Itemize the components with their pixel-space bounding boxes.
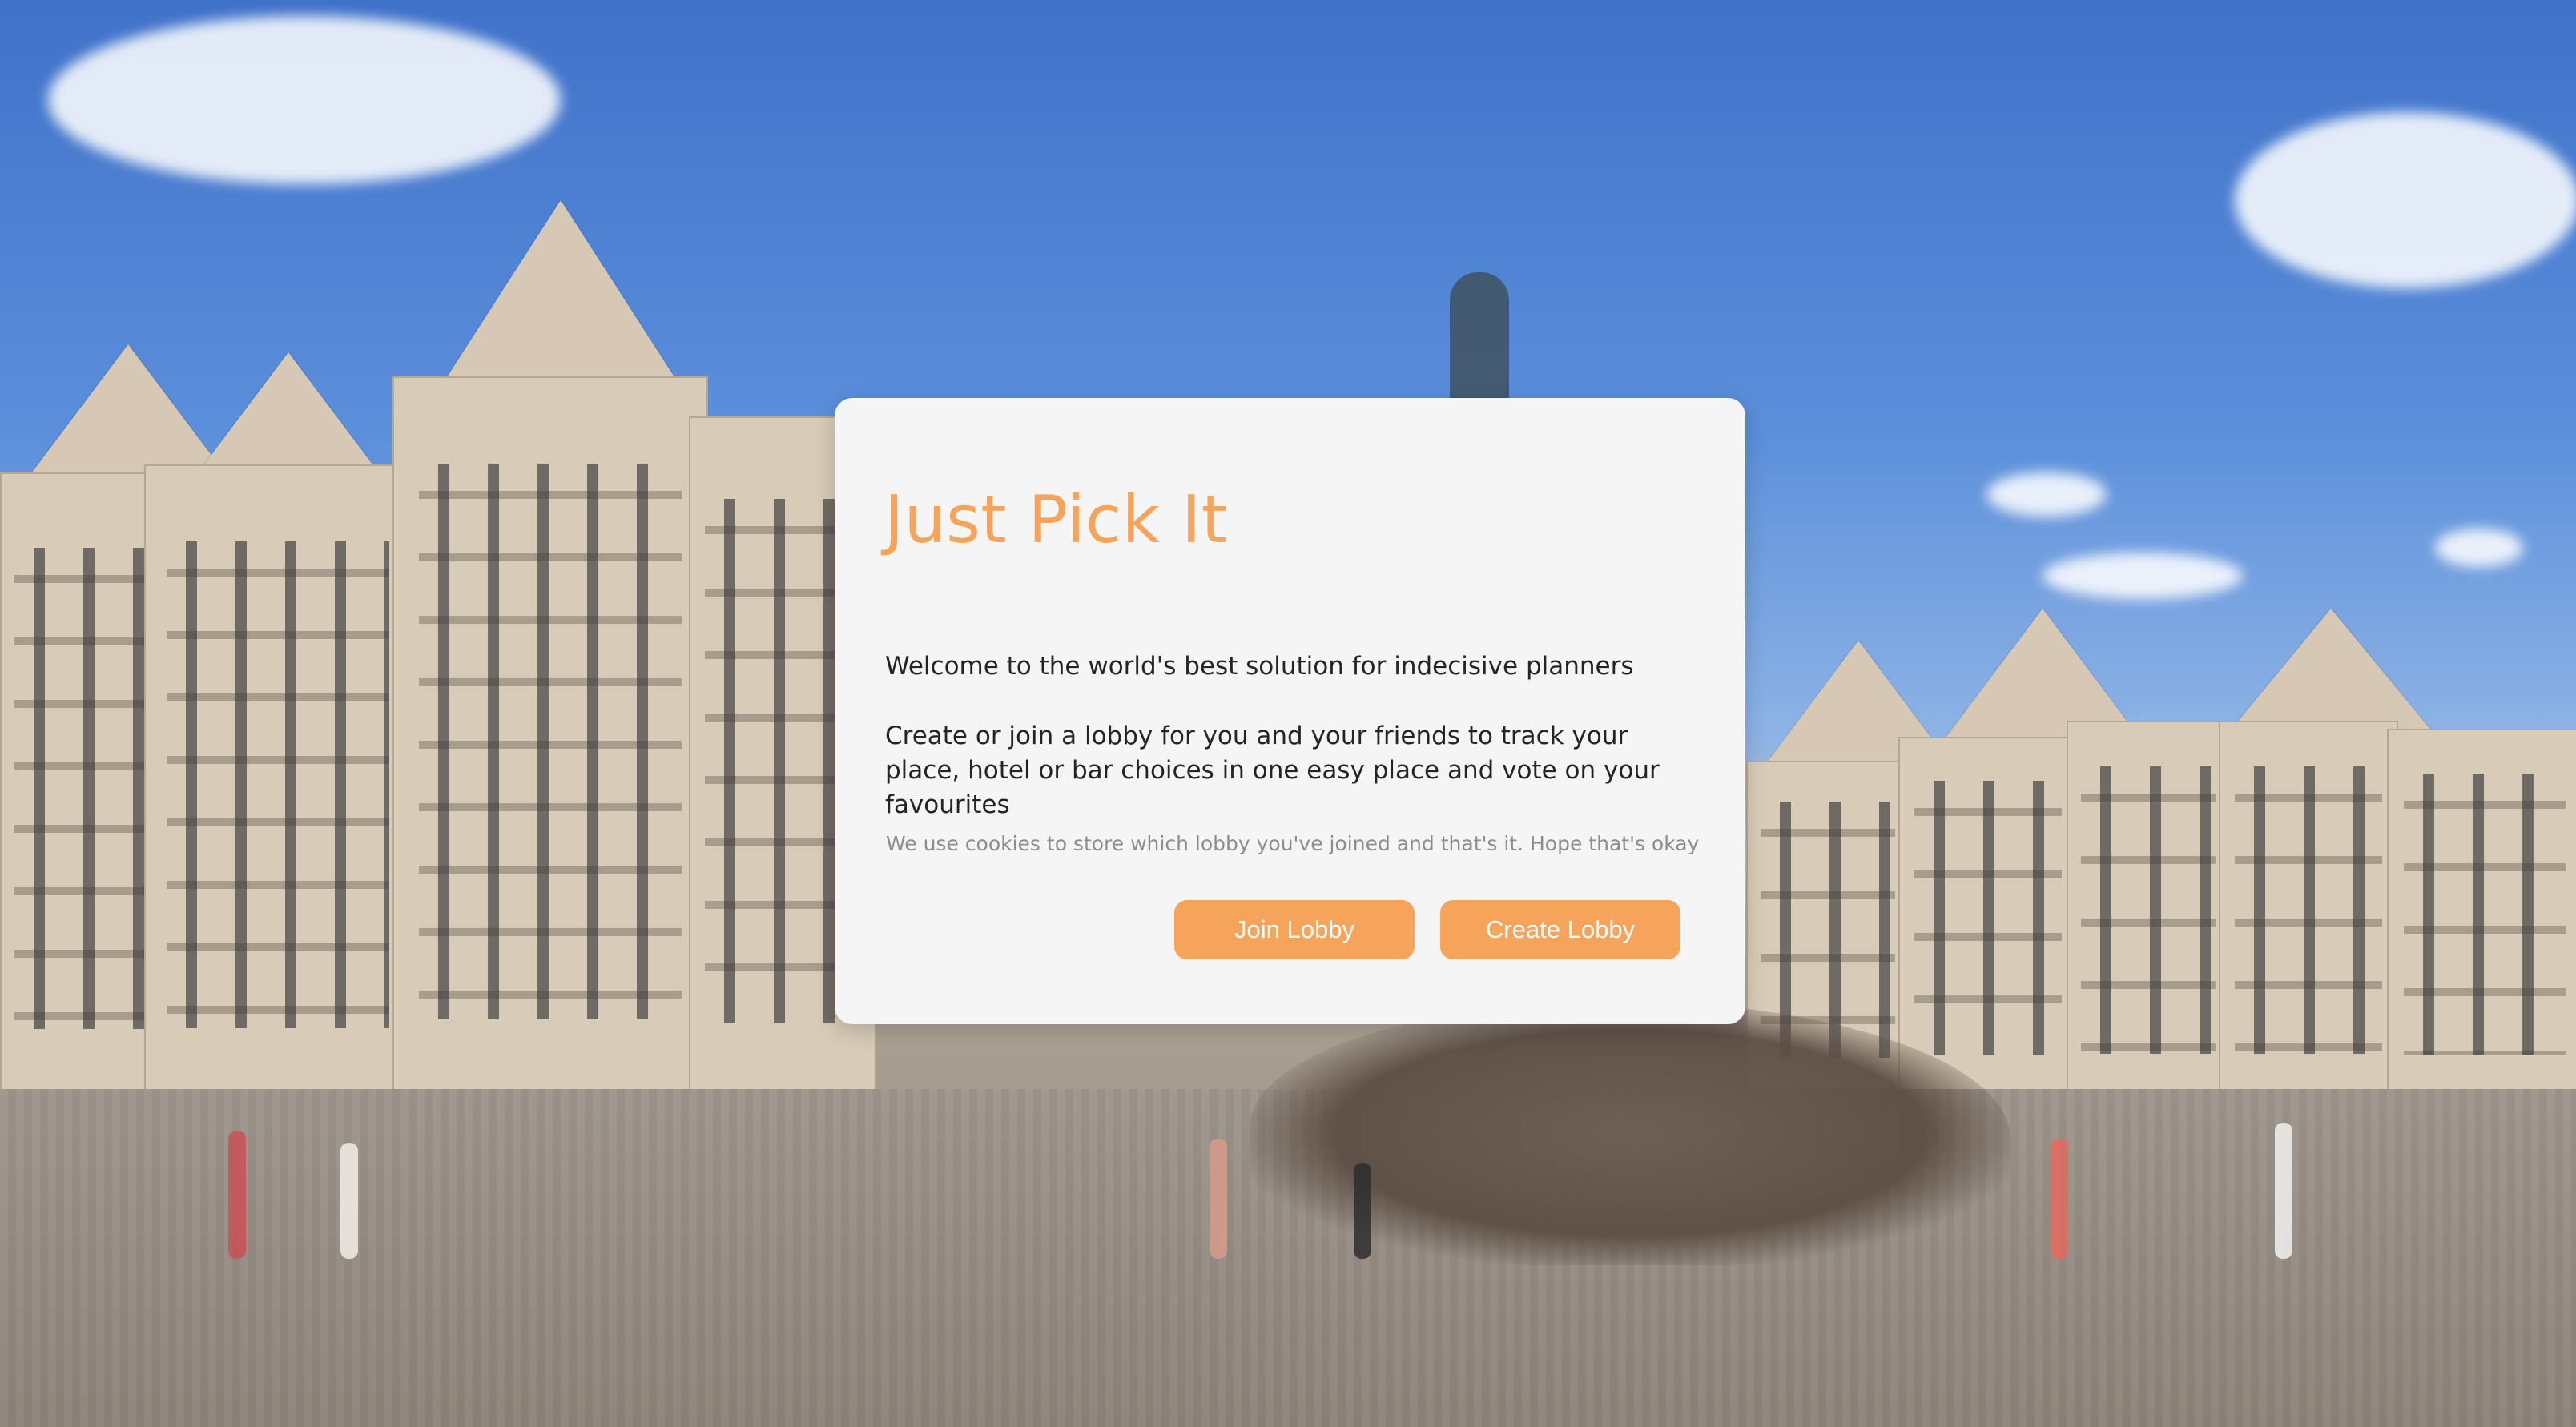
person [2051, 1139, 2068, 1259]
building-facade [144, 464, 412, 1092]
person [1354, 1163, 1371, 1259]
building-facade [1898, 737, 2078, 1092]
person [2275, 1123, 2292, 1259]
cookie-notice: We use cookies to store which lobby you'… [886, 832, 1700, 855]
building-facade [0, 472, 167, 1092]
cloud-shape [48, 16, 561, 184]
fountain-statue [1450, 272, 1509, 408]
person [228, 1131, 246, 1259]
app-title: Just Pick It [884, 482, 1228, 558]
cloud-shape [2435, 529, 2523, 567]
join-lobby-button[interactable]: Join Lobby [1174, 900, 1415, 959]
building-roof [1946, 609, 2139, 737]
building-facade [2067, 721, 2230, 1092]
lobby-description: Create or join a lobby for you and your … [885, 722, 1660, 819]
building-facade [392, 376, 708, 1092]
building-roof [192, 352, 384, 480]
building-facade [2219, 721, 2398, 1092]
cloud-shape [2235, 112, 2576, 288]
welcome-dialog: Just Pick It Welcome to the world's best… [835, 398, 1745, 1024]
person [1210, 1139, 1227, 1259]
welcome-message: Welcome to the world's best solution for… [885, 652, 1634, 681]
city-square-background: Just Pick It Welcome to the world's best… [0, 0, 2576, 1427]
create-lobby-button[interactable]: Create Lobby [1440, 900, 1680, 959]
person [340, 1143, 358, 1259]
building-facade [2387, 729, 2576, 1092]
cloud-shape [2043, 553, 2243, 599]
cloud-shape [1986, 472, 2107, 517]
